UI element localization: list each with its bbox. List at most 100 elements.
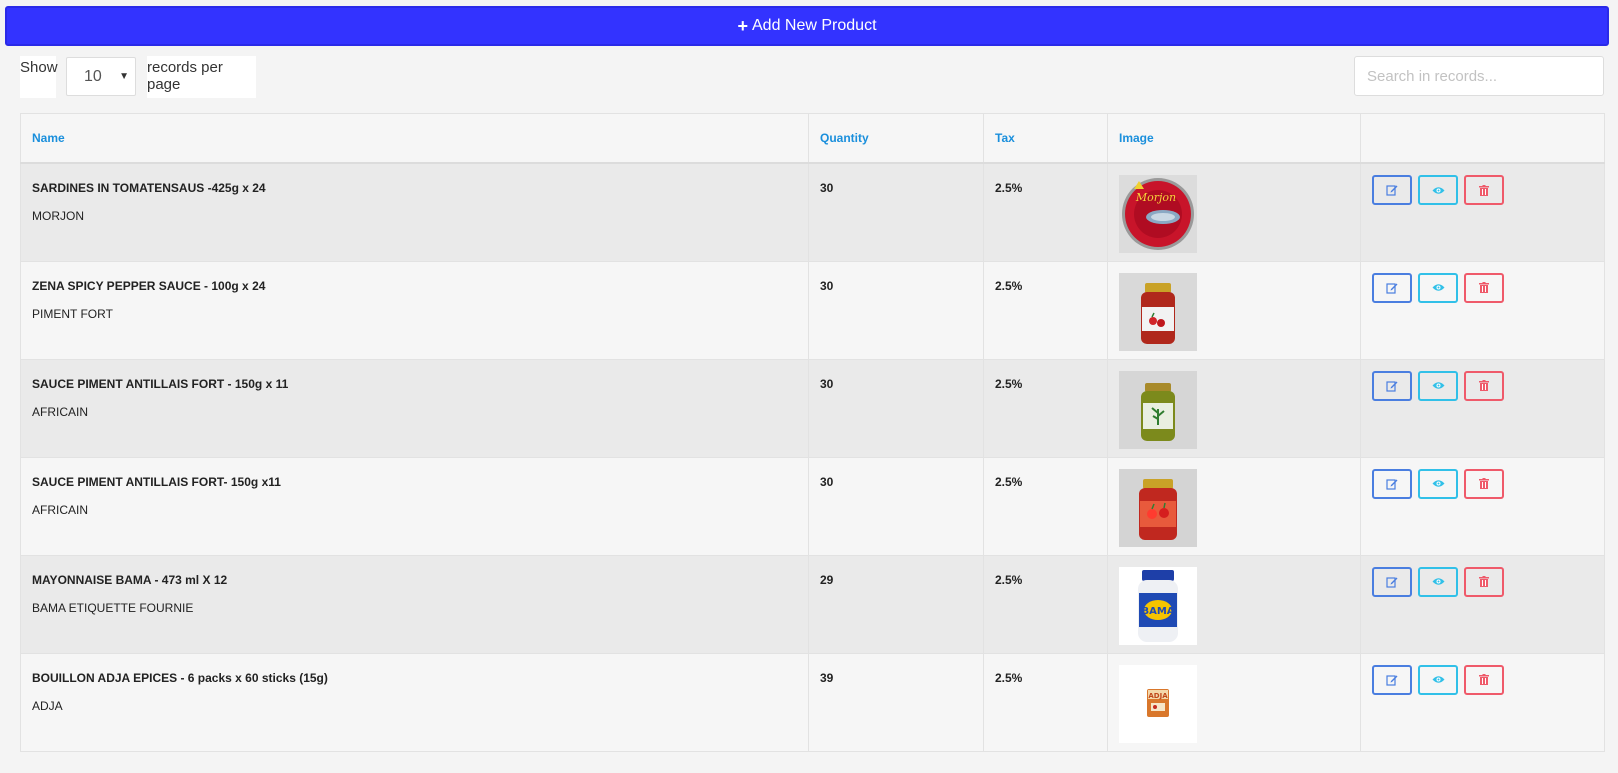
product-tax: 2.5% <box>995 474 1023 489</box>
edit-icon <box>1386 380 1398 392</box>
table-header-row: Name Quantity Tax Image <box>20 113 1605 164</box>
product-quantity: 30 <box>820 474 834 489</box>
eye-icon <box>1432 284 1444 291</box>
show-label: Show <box>20 56 58 98</box>
edit-button[interactable] <box>1372 175 1412 205</box>
product-quantity: 29 <box>820 572 834 587</box>
edit-button[interactable] <box>1372 664 1412 695</box>
cell-tax: 2.5% <box>983 162 1108 262</box>
trash-icon <box>1479 576 1489 587</box>
edit-button[interactable] <box>1372 566 1412 597</box>
cell-name: SARDINES IN TOMATENSAUS -425g x 24 MORJO… <box>20 162 809 262</box>
cell-image <box>1107 358 1361 458</box>
edit-button[interactable] <box>1372 272 1412 303</box>
cell-actions <box>1360 162 1605 262</box>
search-input[interactable] <box>1354 56 1604 96</box>
table-row: SARDINES IN TOMATENSAUS -425g x 24 MORJO… <box>20 162 1605 262</box>
product-name: BOUILLON ADJA EPICES - 6 packs x 60 stic… <box>32 670 328 685</box>
view-button[interactable] <box>1418 468 1458 499</box>
trash-icon <box>1479 674 1489 685</box>
delete-button[interactable] <box>1464 664 1504 695</box>
brand-logo-text: Morjon <box>1135 191 1176 204</box>
product-name: MAYONNAISE BAMA - 473 ml X 12 <box>32 572 228 587</box>
cell-quantity: 29 <box>808 554 984 654</box>
product-image[interactable] <box>1119 468 1197 547</box>
cell-tax: 2.5% <box>983 358 1108 458</box>
product-brand: PIMENT FORT <box>32 306 113 321</box>
column-header-tax[interactable]: Tax <box>983 113 1108 164</box>
eye-icon <box>1432 186 1444 194</box>
eye-icon <box>1432 382 1444 389</box>
cell-image <box>1107 456 1361 556</box>
product-name: SAUCE PIMENT ANTILLAIS FORT - 150g x 11 <box>32 376 289 391</box>
product-image[interactable]: Morjon <box>1119 175 1197 253</box>
trash-icon <box>1479 380 1489 391</box>
cell-actions <box>1360 554 1605 654</box>
product-tax: 2.5% <box>995 670 1023 685</box>
cell-actions <box>1360 358 1605 458</box>
caret-down-icon: ▼ <box>119 71 129 82</box>
cell-image: Morjon <box>1107 162 1361 262</box>
view-button[interactable] <box>1418 272 1458 303</box>
product-tax: 2.5% <box>995 376 1023 391</box>
cell-tax: 2.5% <box>983 260 1108 360</box>
delete-button[interactable] <box>1464 272 1504 303</box>
table-row: SAUCE PIMENT ANTILLAIS FORT- 150g x11 AF… <box>20 456 1605 556</box>
add-new-product-button[interactable]: + Add New Product <box>5 6 1609 46</box>
cell-image: BAMA <box>1107 554 1361 654</box>
delete-button[interactable] <box>1464 468 1504 499</box>
product-brand: ADJA <box>32 698 63 713</box>
view-button[interactable] <box>1418 175 1458 205</box>
brand-logo-text: BAMA <box>1141 606 1174 617</box>
column-header-image[interactable]: Image <box>1107 113 1361 164</box>
product-brand: AFRICAIN <box>32 404 89 419</box>
eye-icon <box>1432 676 1444 683</box>
column-header-quantity[interactable]: Quantity <box>808 113 984 164</box>
cell-tax: 2.5% <box>983 456 1108 556</box>
table-row: MAYONNAISE BAMA - 473 ml X 12 BAMA ETIQU… <box>20 554 1605 654</box>
view-button[interactable] <box>1418 566 1458 597</box>
records-per-page-label: records per page <box>147 56 256 98</box>
product-image[interactable] <box>1119 370 1197 449</box>
view-button[interactable] <box>1418 664 1458 695</box>
edit-icon <box>1386 478 1398 490</box>
edit-icon <box>1386 674 1398 686</box>
cell-quantity: 39 <box>808 652 984 752</box>
trash-icon <box>1479 282 1489 293</box>
product-tax: 2.5% <box>995 278 1023 293</box>
product-tax: 2.5% <box>995 181 1023 195</box>
delete-button[interactable] <box>1464 175 1504 205</box>
product-tax: 2.5% <box>995 572 1023 587</box>
cell-quantity: 30 <box>808 358 984 458</box>
product-quantity: 39 <box>820 670 834 685</box>
edit-icon <box>1386 282 1398 294</box>
eye-icon <box>1432 480 1444 487</box>
cell-image: ADJA <box>1107 652 1361 752</box>
product-name: SARDINES IN TOMATENSAUS -425g x 24 <box>32 181 266 195</box>
cell-quantity: 30 <box>808 260 984 360</box>
table-controls: Show 10 ▼ records per page <box>20 56 1608 98</box>
cell-actions <box>1360 652 1605 752</box>
cell-quantity: 30 <box>808 162 984 262</box>
product-brand: AFRICAIN <box>32 502 89 517</box>
cell-name: SAUCE PIMENT ANTILLAIS FORT - 150g x 11 … <box>20 358 809 458</box>
add-new-product-label: Add New Product <box>752 17 877 34</box>
records-per-page-value: 10 <box>84 68 102 85</box>
view-button[interactable] <box>1418 370 1458 401</box>
product-image[interactable] <box>1119 272 1197 351</box>
cell-name: MAYONNAISE BAMA - 473 ml X 12 BAMA ETIQU… <box>20 554 809 654</box>
column-header-name[interactable]: Name <box>20 113 809 164</box>
product-name: ZENA SPICY PEPPER SAUCE - 100g x 24 <box>32 278 266 293</box>
delete-button[interactable] <box>1464 566 1504 597</box>
column-header-actions <box>1360 113 1605 164</box>
records-per-page-select[interactable]: 10 ▼ <box>66 57 136 96</box>
trash-icon <box>1479 184 1489 196</box>
delete-button[interactable] <box>1464 370 1504 401</box>
product-image[interactable]: ADJA <box>1119 664 1197 743</box>
cell-name: BOUILLON ADJA EPICES - 6 packs x 60 stic… <box>20 652 809 752</box>
products-table: Name Quantity Tax Image SARDINES IN TOMA… <box>20 113 1605 752</box>
cell-name: SAUCE PIMENT ANTILLAIS FORT- 150g x11 AF… <box>20 456 809 556</box>
edit-button[interactable] <box>1372 468 1412 499</box>
edit-button[interactable] <box>1372 370 1412 401</box>
product-image[interactable]: BAMA <box>1119 566 1197 645</box>
